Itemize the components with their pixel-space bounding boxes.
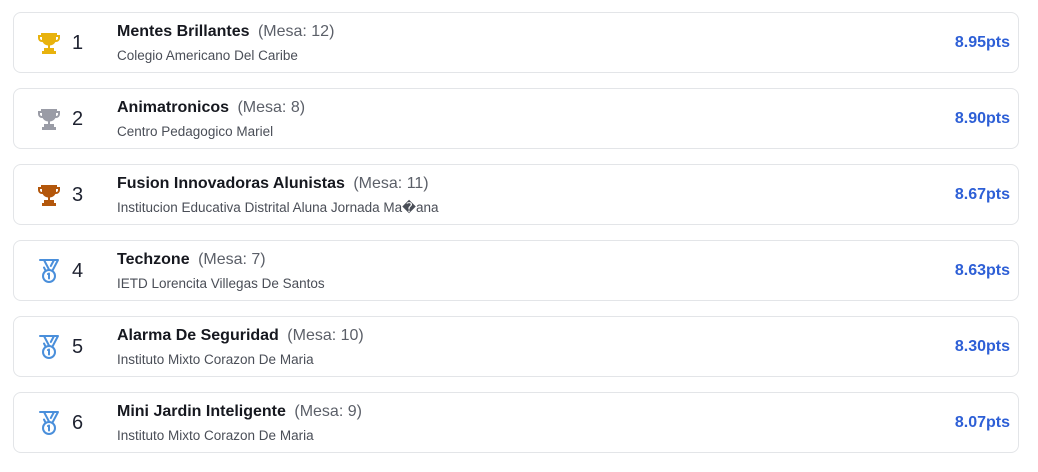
ranking-row: 3 Fusion Innovadoras Alunistas (Mesa: 11… bbox=[13, 164, 1019, 225]
rank-number: 2 bbox=[72, 108, 84, 130]
mesa-label: (Mesa: 8) bbox=[237, 99, 306, 116]
team-name: Fusion Innovadoras Alunistas bbox=[117, 175, 345, 192]
team-name: Techzone bbox=[117, 251, 190, 268]
school-name: Instituto Mixto Corazon De Maria bbox=[117, 428, 314, 443]
medal-icon bbox=[36, 410, 62, 436]
school-name: Colegio Americano Del Caribe bbox=[117, 48, 298, 63]
mesa-label: (Mesa: 11) bbox=[353, 175, 429, 192]
ranking-row: 4 Techzone (Mesa: 7) IETD Lorencita Vill… bbox=[13, 240, 1019, 301]
score-value: 8.07pts bbox=[954, 414, 1010, 431]
rank-number: 5 bbox=[72, 336, 84, 358]
trophy-gold-icon bbox=[36, 30, 62, 56]
score-value: 8.63pts bbox=[954, 262, 1010, 279]
trophy-bronze-icon bbox=[36, 182, 62, 208]
team-title: Mentes Brillantes (Mesa: 12) bbox=[117, 21, 334, 43]
score-value: 8.30pts bbox=[954, 338, 1010, 355]
score-value: 8.95pts bbox=[954, 34, 1010, 51]
school-name: Instituto Mixto Corazon De Maria bbox=[117, 352, 314, 367]
mesa-label: (Mesa: 12) bbox=[257, 23, 335, 40]
rank-number: 1 bbox=[72, 32, 84, 54]
team-name: Mini Jardin Inteligente bbox=[117, 403, 286, 420]
rank-number: 3 bbox=[72, 184, 84, 206]
ranking-row: 1 Mentes Brillantes (Mesa: 12) Colegio A… bbox=[13, 12, 1019, 73]
rank-number: 6 bbox=[72, 412, 84, 434]
mesa-label: (Mesa: 10) bbox=[287, 327, 364, 344]
team-title: Mini Jardin Inteligente (Mesa: 9) bbox=[117, 401, 362, 423]
team-title: Techzone (Mesa: 7) bbox=[117, 249, 266, 271]
team-name: Mentes Brillantes bbox=[117, 23, 250, 40]
score-value: 8.67pts bbox=[954, 186, 1010, 203]
ranking-row: 2 Animatronicos (Mesa: 8) Centro Pedagog… bbox=[13, 88, 1019, 149]
medal-icon bbox=[36, 334, 62, 360]
team-title: Fusion Innovadoras Alunistas (Mesa: 11) bbox=[117, 173, 429, 195]
ranking-list: 1 Mentes Brillantes (Mesa: 12) Colegio A… bbox=[13, 12, 1019, 468]
trophy-silver-icon bbox=[36, 106, 62, 132]
team-name: Animatronicos bbox=[117, 99, 230, 116]
team-title: Animatronicos (Mesa: 8) bbox=[117, 97, 305, 119]
rank-number: 4 bbox=[72, 260, 84, 282]
school-name: Institucion Educativa Distrital Aluna Jo… bbox=[117, 200, 439, 215]
school-name: Centro Pedagogico Mariel bbox=[117, 124, 274, 139]
mesa-label: (Mesa: 9) bbox=[294, 403, 362, 420]
team-title: Alarma De Seguridad (Mesa: 10) bbox=[117, 325, 364, 347]
score-value: 8.90pts bbox=[954, 110, 1010, 127]
mesa-label: (Mesa: 7) bbox=[198, 251, 266, 268]
school-name: IETD Lorencita Villegas De Santos bbox=[117, 276, 325, 291]
ranking-row: 6 Mini Jardin Inteligente (Mesa: 9) Inst… bbox=[13, 392, 1019, 453]
ranking-row: 5 Alarma De Seguridad (Mesa: 10) Institu… bbox=[13, 316, 1019, 377]
medal-icon bbox=[36, 258, 62, 284]
team-name: Alarma De Seguridad bbox=[117, 327, 279, 344]
